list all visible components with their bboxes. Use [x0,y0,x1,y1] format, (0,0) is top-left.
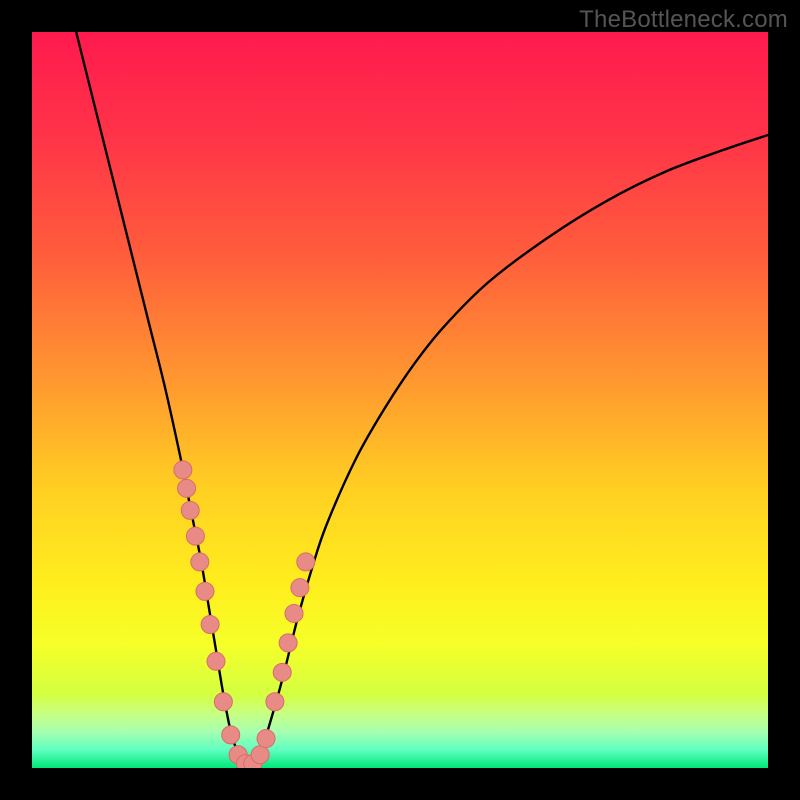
sample-point [214,693,232,711]
sample-point [196,582,214,600]
bottleneck-chart [32,32,768,768]
gradient-background [32,32,768,768]
sample-point [186,527,204,545]
sample-point [257,730,275,748]
watermark-text: TheBottleneck.com [579,6,788,34]
sample-point [251,746,269,764]
sample-point [273,663,291,681]
sample-point [222,726,240,744]
sample-point [174,461,192,479]
sample-point [178,479,196,497]
sample-point [207,652,225,670]
sample-point [191,553,209,571]
sample-point [201,615,219,633]
sample-point [291,579,309,597]
chart-area [32,32,768,768]
outer-frame: TheBottleneck.com [0,0,800,800]
sample-point [285,604,303,622]
sample-point [279,634,297,652]
sample-point [297,553,315,571]
sample-point [181,501,199,519]
sample-point [266,693,284,711]
